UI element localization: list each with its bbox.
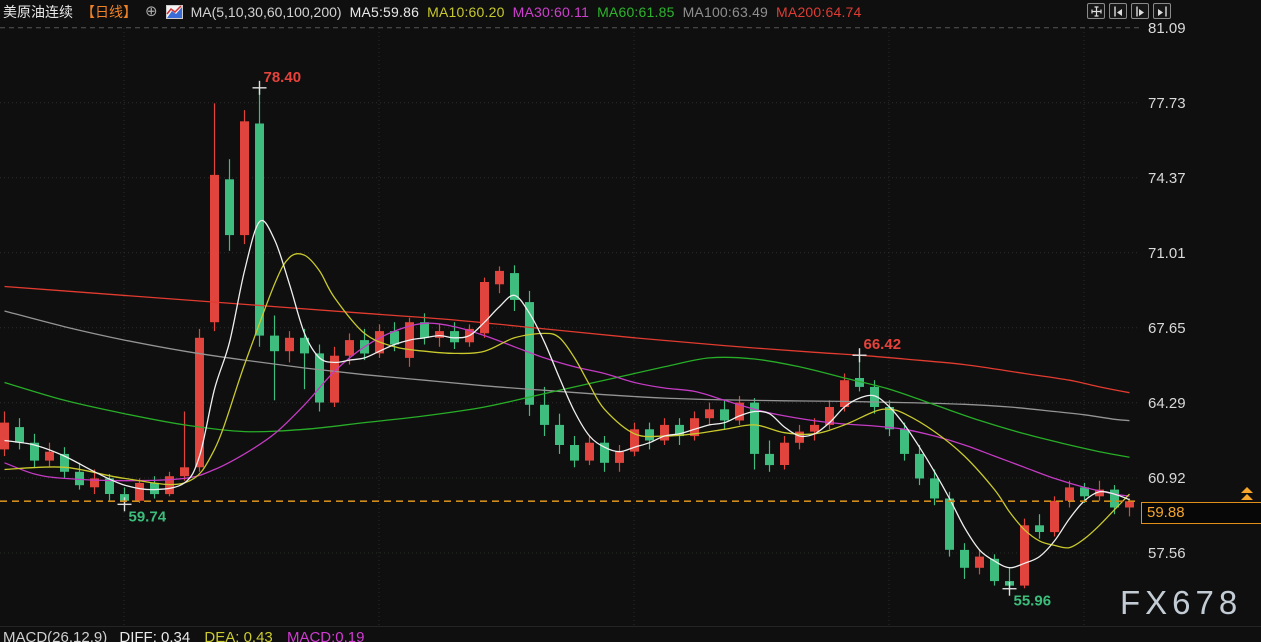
price-annotation: 55.96 (1014, 593, 1052, 610)
y-axis-tick: 67.65 (1148, 320, 1186, 337)
ma60-value: MA60:61.85 (597, 4, 675, 20)
price-annotation: 78.40 (264, 69, 302, 86)
y-axis-tick: 71.01 (1148, 245, 1186, 262)
ma-line-ma5 (5, 220, 1130, 567)
expand-bars-icon (1135, 6, 1146, 17)
shrink-bars-icon (1113, 6, 1124, 17)
pan-icon (1091, 6, 1102, 17)
macd-settings-label: MACD(26,12,9) (3, 629, 107, 642)
chart-canvas[interactable]: 78.40 66.42 59.74 55.96 81.09 77.73 74.37 71.01… (0, 0, 1261, 642)
watermark: FX678 (1120, 584, 1242, 622)
macd-footer: MACD(26,12,9) DIFF: 0.34 DEA: 0.43 MACD:… (3, 629, 364, 642)
macd-macd-value: MACD:0.19 (287, 629, 365, 642)
chart-header: 美原油连续【日线】 ⊕ MA(5,10,30,60,100,200) MA5:5… (3, 2, 862, 22)
latest-bar-icon (1157, 6, 1168, 17)
macd-diff-value: DIFF: 0.34 (119, 629, 190, 642)
price-annotation: 59.74 (129, 508, 167, 525)
pan-button[interactable] (1087, 3, 1105, 19)
period-label[interactable]: 【日线】 (81, 2, 137, 22)
last-price-tag: 59.88 (1141, 502, 1261, 524)
y-axis-tick: 77.73 (1148, 95, 1186, 112)
macd-dea-value: DEA: 0.43 (204, 629, 272, 642)
expand-bars-button[interactable] (1131, 3, 1149, 19)
add-indicator-icon[interactable]: ⊕ (145, 5, 158, 19)
y-axis-tick: 81.09 (1148, 20, 1186, 37)
y-axis-tick: 57.56 (1148, 545, 1186, 562)
ma-line-ma200 (5, 287, 1130, 393)
price-up-arrow-icon (1240, 487, 1254, 501)
y-axis-tick: 74.37 (1148, 170, 1186, 187)
ma-settings-label: MA(5,10,30,60,100,200) (191, 4, 342, 20)
shrink-bars-button[interactable] (1109, 3, 1127, 19)
y-axis-tick: 60.92 (1148, 470, 1186, 487)
chart-toolbar (1087, 3, 1171, 19)
symbol-name: 美原油连续 (3, 2, 73, 22)
price-annotation: 66.42 (864, 336, 902, 353)
trading-chart-app: 78.40 66.42 59.74 55.96 81.09 77.73 74.37 71.01… (0, 0, 1261, 642)
ma200-value: MA200:64.74 (776, 4, 861, 20)
ma5-value: MA5:59.86 (350, 4, 420, 20)
ma-line-ma60 (5, 357, 1130, 457)
y-axis-tick: 64.29 (1148, 395, 1186, 412)
ma100-value: MA100:63.49 (683, 4, 768, 20)
ma-line-ma10 (5, 254, 1130, 548)
candlestick-chart-icon[interactable] (166, 5, 183, 19)
last-price-value: 59.88 (1147, 504, 1185, 521)
ma30-value: MA30:60.11 (513, 4, 589, 20)
latest-bar-button[interactable] (1153, 3, 1171, 19)
pane-separator (0, 626, 1261, 627)
ma10-value: MA10:60.20 (427, 4, 505, 20)
